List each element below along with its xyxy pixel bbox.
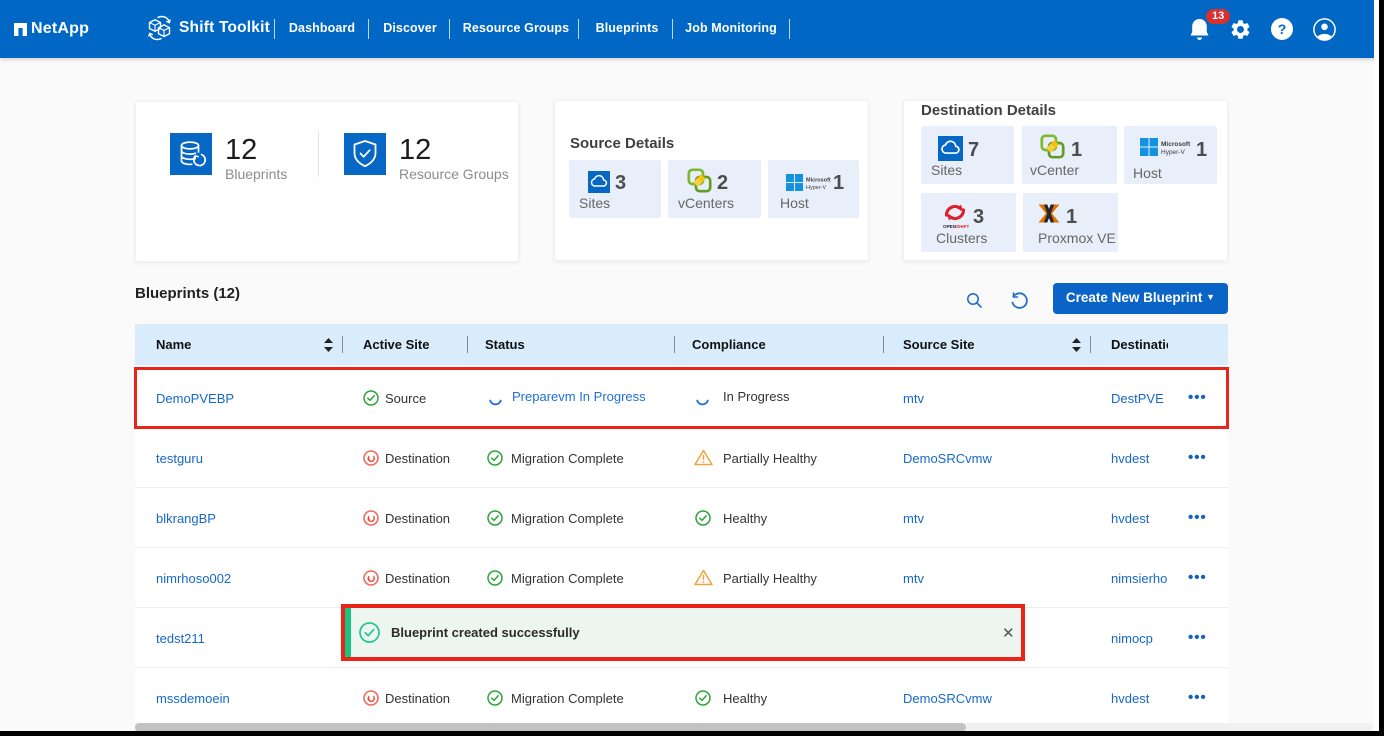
svg-text:Microsoft: Microsoft [1161, 141, 1190, 148]
svg-text:?: ? [1278, 21, 1287, 37]
svg-text:OPENSHIFT: OPENSHIFT [943, 224, 969, 229]
svg-text:Hyper-V: Hyper-V [806, 185, 827, 191]
svg-text:Microsoft: Microsoft [806, 178, 831, 184]
svg-text:Hyper-V: Hyper-V [1161, 149, 1186, 156]
